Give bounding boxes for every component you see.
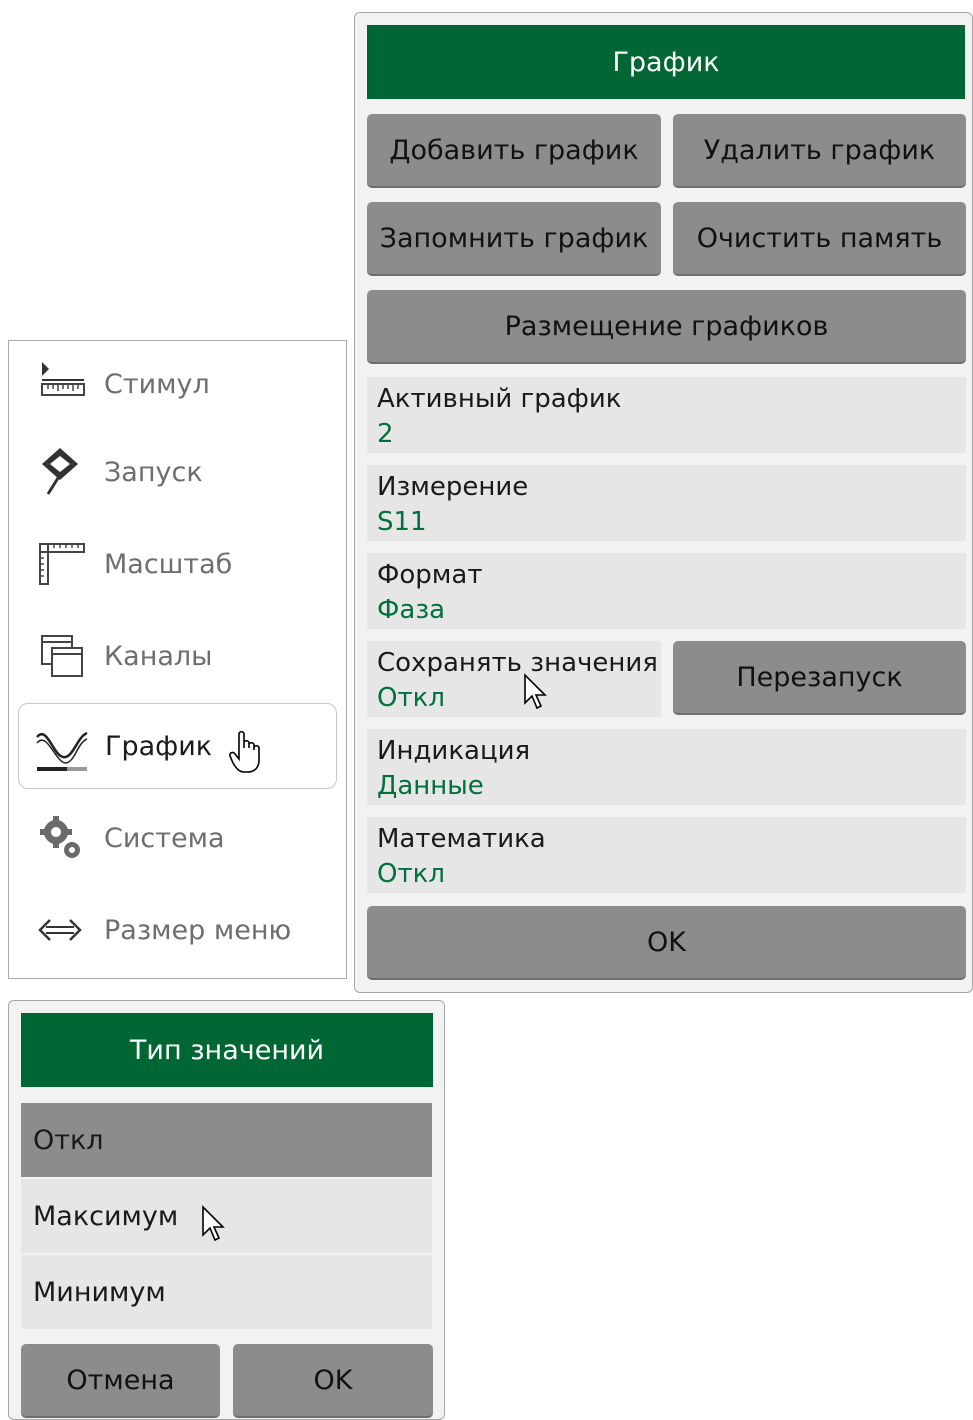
side-item-label: Каналы [104, 640, 213, 672]
field-value: Фаза [377, 595, 446, 625]
side-item-label: Стимул [104, 368, 210, 400]
side-item-stimulus[interactable]: Стимул [18, 341, 337, 427]
side-item-channels[interactable]: Каналы [18, 613, 337, 699]
trace-panel: График Добавить график Удалить график За… [354, 12, 973, 993]
cancel-button[interactable]: Отмена [21, 1344, 220, 1418]
system-gears-icon [40, 816, 80, 858]
hold-field[interactable]: Сохранять значения Откл [367, 641, 661, 717]
side-item-system[interactable]: Система [18, 795, 337, 881]
channels-windows-icon [41, 635, 83, 677]
field-value: Данные [377, 771, 484, 801]
scale-square-icon [39, 543, 85, 585]
dialog-ok-button[interactable]: OK [233, 1344, 433, 1418]
display-field[interactable]: Индикация Данные [367, 729, 966, 805]
active-trace-field[interactable]: Активный график 2 [367, 377, 966, 453]
format-field[interactable]: Формат Фаза [367, 553, 966, 629]
side-menu: Стимул Запуск Масштаб Каналы График Сист… [8, 340, 347, 979]
side-item-label: График [105, 730, 213, 762]
memorize-trace-button[interactable]: Запомнить график [367, 202, 661, 276]
delete-trace-button[interactable]: Удалить график [673, 114, 966, 188]
field-label: Активный график [377, 384, 622, 414]
panel-title: График [367, 25, 965, 99]
field-value: Откл [377, 683, 445, 713]
side-item-label: Масштаб [104, 548, 233, 580]
menu-size-arrows-icon [38, 919, 82, 941]
allocate-traces-button[interactable]: Размещение графиков [367, 290, 966, 364]
field-value: S11 [377, 507, 427, 537]
hand-pointer-icon [229, 730, 260, 773]
field-value: 2 [377, 419, 394, 449]
trigger-diamond-icon [42, 448, 78, 495]
side-item-label: Запуск [104, 456, 203, 488]
side-item-trace[interactable]: График [18, 703, 337, 789]
ok-button[interactable]: OK [367, 906, 966, 980]
stimulus-ruler-icon [41, 362, 85, 396]
side-item-menu-size[interactable]: Размер меню [18, 887, 337, 973]
field-label: Формат [377, 560, 483, 590]
math-field[interactable]: Математика Откл [367, 817, 966, 893]
arrow-pointer-icon [524, 673, 547, 710]
field-value: Откл [377, 859, 445, 889]
side-item-trigger[interactable]: Запуск [18, 429, 337, 515]
dialog-title: Тип значений [21, 1013, 433, 1087]
trace-wave-icon [36, 731, 88, 771]
side-item-scale[interactable]: Масштаб [18, 521, 337, 607]
option-minimum[interactable]: Минимум [21, 1255, 432, 1329]
side-item-label: Размер меню [104, 914, 292, 946]
field-label: Индикация [377, 736, 531, 766]
field-label: Математика [377, 824, 546, 854]
restart-button[interactable]: Перезапуск [673, 641, 966, 715]
value-type-dialog: Тип значений Откл Максимум Минимум Отмен… [8, 1000, 445, 1420]
clear-memory-button[interactable]: Очистить память [673, 202, 966, 276]
arrow-pointer-icon [202, 1205, 225, 1242]
side-item-label: Система [104, 822, 225, 854]
measurement-field[interactable]: Измерение S11 [367, 465, 966, 541]
option-off[interactable]: Откл [21, 1103, 432, 1177]
field-label: Сохранять значения [377, 648, 658, 678]
field-label: Измерение [377, 472, 529, 502]
add-trace-button[interactable]: Добавить график [367, 114, 661, 188]
